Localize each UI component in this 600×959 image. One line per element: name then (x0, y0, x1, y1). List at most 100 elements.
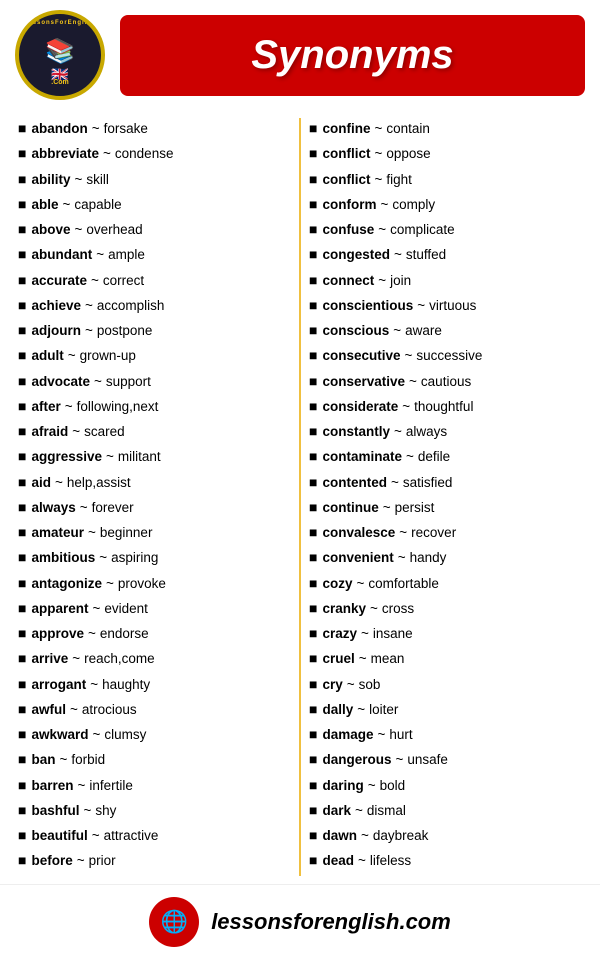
word: conflict (322, 170, 370, 190)
bullet-icon: ■ (309, 674, 317, 695)
list-item: ■ambitious ~ aspiring (18, 547, 291, 568)
synonym: persist (395, 498, 435, 518)
title-banner: Synonyms (120, 15, 585, 96)
bullet-icon: ■ (18, 446, 26, 467)
word: conservative (322, 372, 405, 392)
list-item: ■beautiful ~ attractive (18, 825, 291, 846)
word: antagonize (31, 574, 102, 594)
word: damage (322, 725, 373, 745)
bullet-icon: ■ (309, 598, 317, 619)
word: awkward (31, 725, 88, 745)
synonym: daybreak (373, 826, 429, 846)
word: amateur (31, 523, 84, 543)
word: cry (322, 675, 342, 695)
word: adult (31, 346, 63, 366)
list-item: ■conscientious ~ virtuous (309, 295, 582, 316)
synonym: grown-up (80, 346, 136, 366)
list-item: ■arrogant ~ haughty (18, 674, 291, 695)
list-item: ■congested ~ stuffed (309, 244, 582, 265)
bullet-icon: ■ (309, 623, 317, 644)
synonym: provoke (118, 574, 166, 594)
list-item: ■accurate ~ correct (18, 270, 291, 291)
bullet-icon: ■ (18, 472, 26, 493)
logo: LessonsForEnglish 📚 🇬🇧 .Com (15, 10, 105, 100)
word: barren (31, 776, 73, 796)
synonym: complicate (390, 220, 455, 240)
bullet-icon: ■ (18, 800, 26, 821)
list-item: ■crazy ~ insane (309, 623, 582, 644)
list-item: ■consecutive ~ successive (309, 345, 582, 366)
bullet-icon: ■ (309, 775, 317, 796)
list-item: ■confuse ~ complicate (309, 219, 582, 240)
list-item: ■apparent ~ evident (18, 598, 291, 619)
list-item: ■dangerous ~ unsafe (309, 749, 582, 770)
word: arrive (31, 649, 68, 669)
list-item: ■abandon ~ forsake (18, 118, 291, 139)
word: beautiful (31, 826, 87, 846)
list-item: ■able ~ capable (18, 194, 291, 215)
synonym: comply (392, 195, 435, 215)
word: convalesce (322, 523, 395, 543)
bullet-icon: ■ (309, 295, 317, 316)
word: congested (322, 245, 390, 265)
bullet-icon: ■ (309, 825, 317, 846)
word: considerate (322, 397, 398, 417)
list-item: ■adjourn ~ postpone (18, 320, 291, 341)
bullet-icon: ■ (309, 118, 317, 139)
list-item: ■ability ~ skill (18, 169, 291, 190)
bullet-icon: ■ (18, 724, 26, 745)
synonym: overhead (86, 220, 142, 240)
bullet-icon: ■ (18, 371, 26, 392)
list-item: ■amateur ~ beginner (18, 522, 291, 543)
list-item: ■aid ~ help,assist (18, 472, 291, 493)
synonym: forever (92, 498, 134, 518)
bullet-icon: ■ (18, 497, 26, 518)
synonym: reach,come (84, 649, 155, 669)
synonym: ample (108, 245, 145, 265)
list-item: ■adult ~ grown-up (18, 345, 291, 366)
synonym: following,next (77, 397, 159, 417)
list-item: ■conflict ~ oppose (309, 143, 582, 164)
bullet-icon: ■ (309, 169, 317, 190)
bullet-icon: ■ (309, 699, 317, 720)
word: before (31, 851, 72, 871)
list-item: ■barren ~ infertile (18, 775, 291, 796)
bullet-icon: ■ (309, 320, 317, 341)
word: convenient (322, 548, 393, 568)
synonym: thoughtful (414, 397, 473, 417)
synonym: mean (371, 649, 405, 669)
bullet-icon: ■ (18, 623, 26, 644)
list-item: ■damage ~ hurt (309, 724, 582, 745)
list-item: ■confine ~ contain (309, 118, 582, 139)
list-item: ■daring ~ bold (309, 775, 582, 796)
logo-text-top: LessonsForEnglish (24, 20, 97, 26)
list-item: ■cranky ~ cross (309, 598, 582, 619)
word: approve (31, 624, 84, 644)
word: aid (31, 473, 51, 493)
list-item: ■before ~ prior (18, 850, 291, 871)
bullet-icon: ■ (309, 749, 317, 770)
synonym: always (406, 422, 447, 442)
list-item: ■aggressive ~ militant (18, 446, 291, 467)
word: cranky (322, 599, 366, 619)
bullet-icon: ■ (309, 421, 317, 442)
word: above (31, 220, 70, 240)
list-item: ■conform ~ comply (309, 194, 582, 215)
list-item: ■connect ~ join (309, 270, 582, 291)
synonym: virtuous (429, 296, 476, 316)
bullet-icon: ■ (18, 825, 26, 846)
list-item: ■dead ~ lifeless (309, 850, 582, 871)
bullet-icon: ■ (18, 270, 26, 291)
list-item: ■antagonize ~ provoke (18, 573, 291, 594)
synonym: hurt (389, 725, 412, 745)
list-item: ■convenient ~ handy (309, 547, 582, 568)
word: contented (322, 473, 387, 493)
list-item: ■after ~ following,next (18, 396, 291, 417)
word: afraid (31, 422, 68, 442)
synonym: insane (373, 624, 413, 644)
word: contaminate (322, 447, 402, 467)
bullet-icon: ■ (18, 421, 26, 442)
word: dawn (322, 826, 357, 846)
bullet-icon: ■ (18, 118, 26, 139)
word: connect (322, 271, 374, 291)
